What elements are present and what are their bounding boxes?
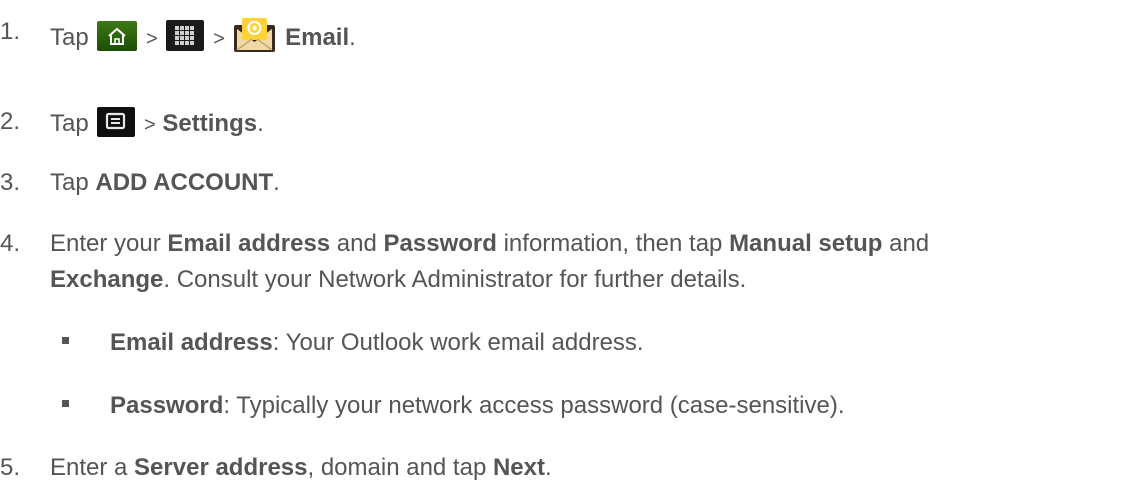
step-text: Enter your Email address and Password in… (50, 230, 930, 257)
step-text: Tap > > Email. (50, 17, 356, 54)
step-number: 5. (0, 454, 21, 481)
email-app-icon (233, 17, 276, 53)
step-number: 1. (0, 18, 21, 45)
home-icon (97, 21, 138, 51)
step-text: Tap ADD ACCOUNT. (50, 169, 280, 196)
step-number: 3. (0, 169, 21, 196)
step-text: Tap > Settings. (50, 107, 264, 140)
step-number: 4. (0, 230, 21, 257)
bullet (62, 337, 69, 344)
step-number: 2. (0, 108, 21, 135)
apps-grid-icon (166, 20, 205, 51)
sub-item-text: Email address: Your Outlook work email a… (110, 329, 644, 356)
bullet (62, 400, 69, 407)
menu-icon (97, 107, 136, 137)
sub-item-text: Password: Typically your network access … (110, 392, 845, 419)
step-text: Enter a Server address, domain and tap N… (50, 454, 552, 481)
step-text: Exchange. Consult your Network Administr… (50, 266, 747, 293)
